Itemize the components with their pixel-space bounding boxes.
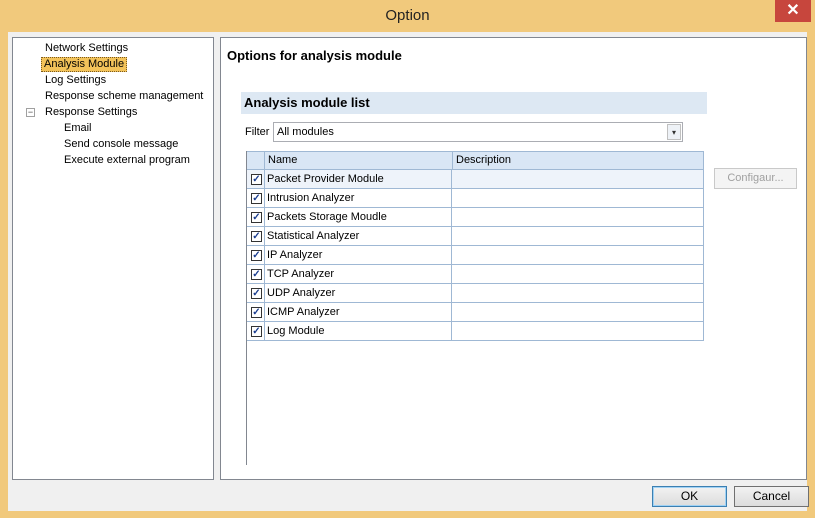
tree-item-analysis-module[interactable]: Analysis Module [41,57,128,72]
checkbox-icon[interactable]: ✓ [251,193,262,204]
options-panel: Options for analysis module Analysis mod… [220,37,807,480]
checkbox-icon[interactable]: ✓ [251,269,262,280]
tree-item-email[interactable]: Email [62,121,94,136]
tree-item-response-scheme-management[interactable]: Response scheme management [43,89,205,104]
table-row[interactable]: ✓ Packet Provider Module [247,170,704,189]
checkbox-icon[interactable]: ✓ [251,231,262,242]
module-name: Statistical Analyzer [264,227,452,245]
filter-label: Filter [245,126,270,138]
tree-item-network-settings[interactable]: Network Settings [43,41,130,56]
filter-value: All modules [277,126,334,138]
table-row[interactable]: ✓ ICMP Analyzer [247,303,704,322]
module-name: Intrusion Analyzer [264,189,452,207]
configure-button[interactable]: Configaur... [714,168,797,189]
module-description [453,189,703,207]
checkbox-icon[interactable]: ✓ [251,174,262,185]
module-description [453,170,703,188]
cancel-button[interactable]: Cancel [734,486,809,507]
dialog-body: Network Settings Analysis Module Log Set… [8,32,809,511]
header-description[interactable]: Description [453,152,703,170]
tree-item-execute-external-program[interactable]: Execute external program [62,153,192,168]
module-name: Log Module [264,322,452,340]
checkbox-icon[interactable]: ✓ [251,212,262,223]
table-row[interactable]: ✓ Intrusion Analyzer [247,189,704,208]
table-row[interactable]: ✓ Log Module [247,322,704,341]
ok-button[interactable]: OK [652,486,727,507]
module-description [453,208,703,226]
panel-title: Options for analysis module [227,48,402,63]
section-header: Analysis module list [241,92,707,114]
tree-item-send-console-message[interactable]: Send console message [62,137,180,152]
module-description [453,246,703,264]
header-name[interactable]: Name [265,152,453,170]
module-name: ICMP Analyzer [264,303,452,321]
module-description [453,303,703,321]
module-grid: Name Description ✓ Packet Provider Modul… [246,151,704,465]
table-row[interactable]: ✓ Statistical Analyzer [247,227,704,246]
table-row[interactable]: ✓ Packets Storage Moudle [247,208,704,227]
title-bar: Option ✕ [0,0,815,32]
checkbox-icon[interactable]: ✓ [251,326,262,337]
table-row[interactable]: ✓ UDP Analyzer [247,284,704,303]
tree-item-log-settings[interactable]: Log Settings [43,73,108,88]
table-row[interactable]: ✓ TCP Analyzer [247,265,704,284]
window-title: Option [385,7,430,24]
collapse-icon[interactable]: − [26,108,35,117]
module-name: UDP Analyzer [264,284,452,302]
table-row[interactable]: ✓ IP Analyzer [247,246,704,265]
close-button[interactable]: ✕ [775,0,811,22]
chevron-down-icon[interactable]: ▾ [667,124,681,140]
grid-header: Name Description [247,151,704,170]
module-description [453,227,703,245]
module-name: Packets Storage Moudle [264,208,452,226]
tree-item-response-settings[interactable]: Response Settings [43,105,139,120]
option-dialog: Option ✕ Network Settings Analysis Modul… [0,0,815,518]
module-name: IP Analyzer [264,246,452,264]
checkbox-icon[interactable]: ✓ [251,288,262,299]
module-description [453,265,703,283]
filter-dropdown[interactable]: All modules ▾ [273,122,683,142]
module-description [453,284,703,302]
header-check-column [247,152,265,170]
settings-tree: Network Settings Analysis Module Log Set… [12,37,214,480]
module-name: Packet Provider Module [264,170,452,188]
checkbox-icon[interactable]: ✓ [251,307,262,318]
module-description [453,322,703,340]
checkbox-icon[interactable]: ✓ [251,250,262,261]
module-name: TCP Analyzer [264,265,452,283]
